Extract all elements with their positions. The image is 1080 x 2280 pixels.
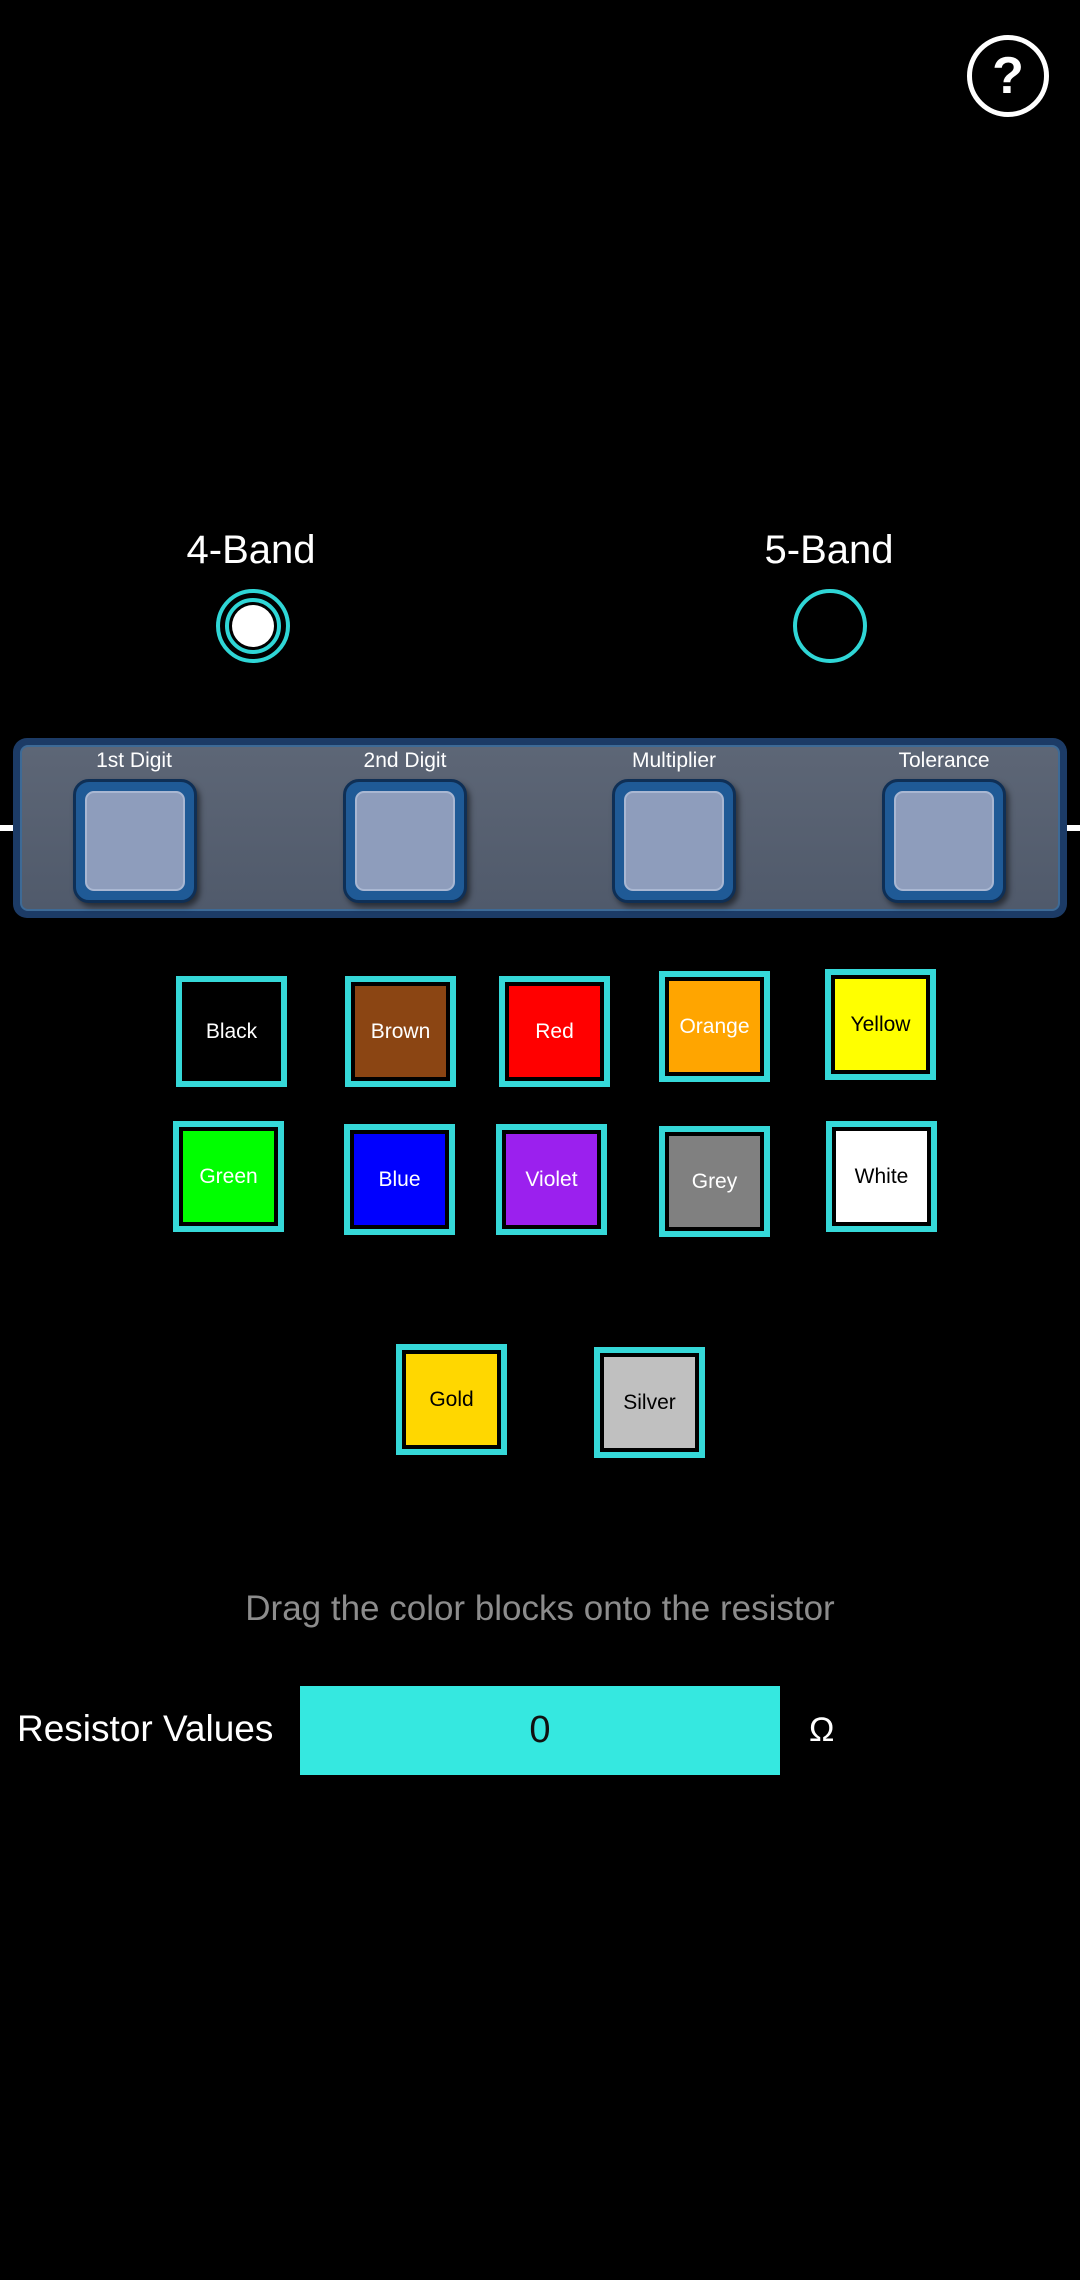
color-block-white[interactable]: White xyxy=(826,1121,937,1232)
band-slot-second-digit[interactable] xyxy=(343,779,467,903)
four-band-radio[interactable] xyxy=(216,589,290,663)
four-band-label: 4-Band xyxy=(186,528,316,572)
color-swatch: Gold xyxy=(406,1354,497,1445)
color-swatch: Yellow xyxy=(835,979,926,1070)
color-label: Yellow xyxy=(850,1013,911,1036)
color-block-black[interactable]: Black xyxy=(176,976,287,1087)
band-slot-fill xyxy=(624,791,724,891)
color-label: Blue xyxy=(378,1168,421,1191)
color-block-silver[interactable]: Silver xyxy=(594,1347,705,1458)
five-band-label: 5-Band xyxy=(764,528,894,572)
resistor-value-display: 0 xyxy=(300,1686,780,1775)
color-swatch: Red xyxy=(509,986,600,1077)
slot-label-first-digit: 1st Digit xyxy=(96,749,172,772)
color-swatch: Violet xyxy=(506,1134,597,1225)
color-swatch: Green xyxy=(183,1131,274,1222)
band-slot-tolerance[interactable] xyxy=(882,779,1006,903)
resistor-values-label: Resistor Values xyxy=(17,1708,274,1749)
drag-hint-text: Drag the color blocks onto the resistor xyxy=(245,1589,835,1628)
color-swatch: White xyxy=(836,1131,927,1222)
band-slot-first-digit[interactable] xyxy=(73,779,197,903)
color-block-violet[interactable]: Violet xyxy=(496,1124,607,1235)
color-block-blue[interactable]: Blue xyxy=(344,1124,455,1235)
color-block-green[interactable]: Green xyxy=(173,1121,284,1232)
five-band-radio[interactable] xyxy=(793,589,867,663)
slot-label-multiplier: Multiplier xyxy=(631,749,717,772)
color-label: White xyxy=(854,1165,909,1188)
band-slot-fill xyxy=(355,791,455,891)
radio-selected-dot xyxy=(232,605,274,647)
color-swatch: Black xyxy=(186,986,277,1077)
color-label: Violet xyxy=(525,1168,578,1191)
color-block-gold[interactable]: Gold xyxy=(396,1344,507,1455)
ohm-unit-label: Ω xyxy=(809,1711,835,1749)
color-label: Black xyxy=(205,1020,258,1043)
resistor-value: 0 xyxy=(529,1709,551,1751)
color-block-orange[interactable]: Orange xyxy=(659,971,770,1082)
color-block-yellow[interactable]: Yellow xyxy=(825,969,936,1080)
color-label: Green xyxy=(199,1165,258,1188)
band-slot-fill xyxy=(85,791,185,891)
color-label: Grey xyxy=(691,1170,738,1193)
band-slot-multiplier[interactable] xyxy=(612,779,736,903)
color-label: Orange xyxy=(679,1015,750,1038)
color-block-grey[interactable]: Grey xyxy=(659,1126,770,1237)
color-label: Brown xyxy=(370,1020,431,1043)
slot-label-second-digit: 2nd Digit xyxy=(363,749,447,772)
color-block-red[interactable]: Red xyxy=(499,976,610,1087)
color-label: Silver xyxy=(623,1391,676,1414)
color-label: Red xyxy=(535,1020,574,1043)
color-label: Gold xyxy=(429,1388,474,1411)
color-swatch: Brown xyxy=(355,986,446,1077)
color-swatch: Blue xyxy=(354,1134,445,1225)
color-block-brown[interactable]: Brown xyxy=(345,976,456,1087)
help-button[interactable]: ? xyxy=(967,35,1049,117)
color-swatch: Orange xyxy=(669,981,760,1072)
band-slot-fill xyxy=(894,791,994,891)
slot-label-tolerance: Tolerance xyxy=(898,749,990,772)
color-swatch: Grey xyxy=(669,1136,760,1227)
question-icon: ? xyxy=(992,47,1024,105)
color-swatch: Silver xyxy=(604,1357,695,1448)
